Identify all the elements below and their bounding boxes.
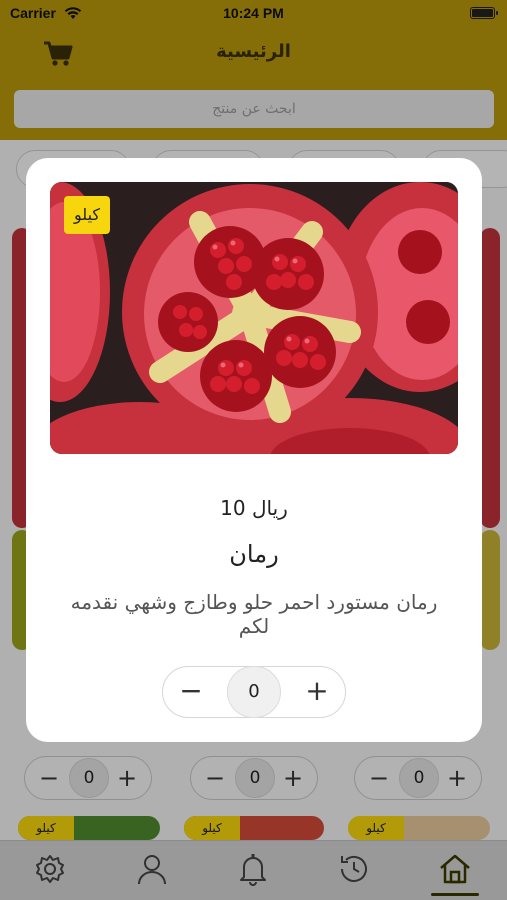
product-name: رمان: [229, 540, 279, 568]
unit-badge: كيلو: [64, 196, 111, 234]
quantity-stepper: − 0 +: [162, 666, 346, 718]
product-photo: [50, 182, 458, 454]
increase-button[interactable]: +: [291, 667, 343, 717]
quantity-value: 0: [227, 666, 281, 718]
decrease-button[interactable]: −: [165, 667, 217, 717]
product-description: رمان مستورد احمر حلو وطازج وشهي نقدمه لك…: [70, 590, 438, 638]
product-price: 10 ريال: [220, 496, 288, 520]
product-detail-modal: كيلو 10 ريال رمان رمان مستورد احمر حلو و…: [26, 158, 482, 742]
